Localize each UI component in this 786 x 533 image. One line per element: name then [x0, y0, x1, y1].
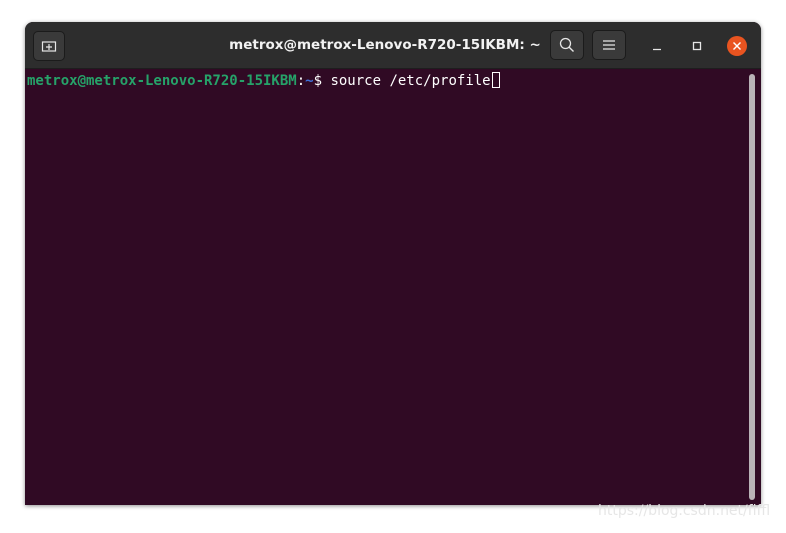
titlebar[interactable]: metrox@metrox-Lenovo-R720-15IKBM: ~	[25, 22, 761, 69]
command-line: metrox@metrox-Lenovo-R720-15IKBM:~$ sour…	[27, 72, 500, 90]
new-tab-icon	[41, 41, 57, 52]
maximize-button[interactable]	[685, 34, 709, 58]
minimize-button[interactable]	[645, 34, 669, 58]
new-tab-button[interactable]	[33, 31, 65, 61]
text-cursor	[491, 72, 500, 88]
prompt-user-host: metrox@metrox-Lenovo-R720-15IKBM	[27, 73, 297, 89]
window-title: metrox@metrox-Lenovo-R720-15IKBM: ~	[229, 37, 541, 53]
maximize-icon	[692, 41, 702, 51]
command-text: source /etc/profile	[330, 73, 491, 89]
watermark: https://blog.csdn.net/fiffl	[598, 503, 771, 519]
prompt-path: ~	[305, 73, 314, 89]
menu-button[interactable]	[592, 30, 626, 60]
prompt-symbol: $	[313, 73, 331, 89]
search-button[interactable]	[550, 30, 584, 60]
prompt-colon: :	[296, 73, 306, 89]
hamburger-menu-icon	[603, 40, 615, 50]
terminal-output[interactable]: metrox@metrox-Lenovo-R720-15IKBM:~$ sour…	[25, 69, 761, 505]
close-button[interactable]	[727, 36, 747, 56]
close-icon	[733, 42, 741, 50]
scrollbar[interactable]	[749, 74, 755, 500]
terminal-window: metrox@metrox-Lenovo-R720-15IKBM: ~ metr…	[25, 22, 761, 505]
minimize-icon	[653, 48, 661, 51]
search-icon	[559, 37, 574, 52]
